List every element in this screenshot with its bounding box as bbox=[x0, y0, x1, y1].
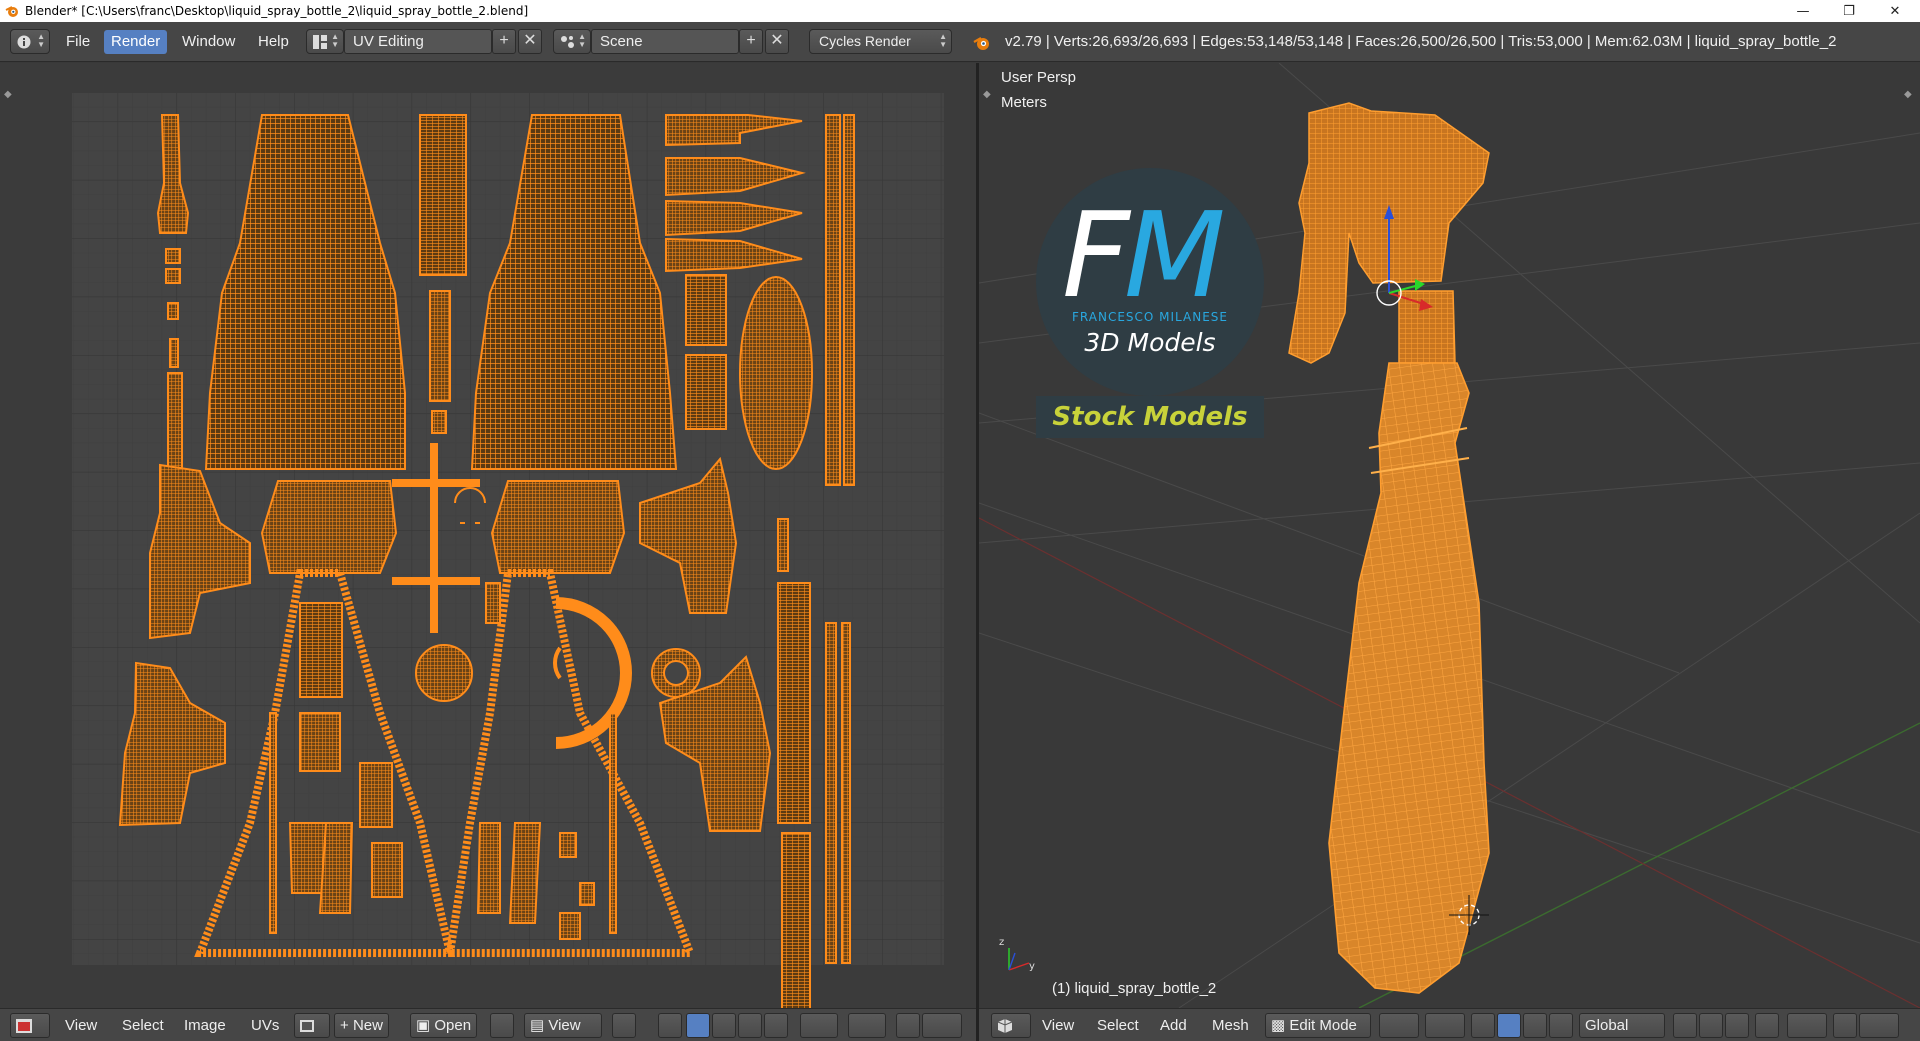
maximize-button[interactable]: ❐ bbox=[1826, 0, 1872, 22]
plus-icon: + bbox=[340, 1017, 353, 1034]
manipulator-toggle-icon[interactable] bbox=[1471, 1013, 1495, 1038]
3d-menu-add[interactable]: Add bbox=[1160, 1015, 1187, 1037]
cube-icon bbox=[997, 1019, 1013, 1033]
snap-icon[interactable] bbox=[612, 1013, 636, 1038]
logo-subtitle: 3D Models bbox=[1084, 328, 1216, 357]
editor-type-uv-button[interactable] bbox=[10, 1013, 50, 1038]
rotate-manipulator-icon[interactable] bbox=[1523, 1013, 1547, 1038]
uv-menu-view[interactable]: View bbox=[65, 1015, 97, 1037]
layout-grid-icon bbox=[313, 35, 327, 49]
image-browse-button[interactable] bbox=[294, 1013, 330, 1038]
logo-fm-text: FM bbox=[1062, 186, 1226, 324]
svg-text:y: y bbox=[1029, 961, 1035, 972]
snap-element-dropdown[interactable] bbox=[1859, 1013, 1899, 1038]
plus-icon: + bbox=[499, 32, 509, 49]
logo-author-name: FRANCESCO MILANESE bbox=[1072, 310, 1228, 324]
editor-type-info-button[interactable]: ▲ ▼ bbox=[10, 29, 50, 54]
image-icon bbox=[300, 1020, 314, 1032]
face-select-icon[interactable] bbox=[738, 1013, 762, 1038]
menu-window[interactable]: Window bbox=[175, 30, 242, 54]
menu-render[interactable]: Render bbox=[104, 30, 168, 54]
render-engine-label: Cycles Render bbox=[819, 33, 911, 49]
scene-icon bbox=[561, 36, 574, 48]
info-header: ▲ ▼ File Render Window Help ▲ ▼ UV Editing… bbox=[0, 22, 1920, 62]
view-icon: ▤ bbox=[530, 1017, 549, 1034]
view-mode-dropdown[interactable]: ▤ View bbox=[524, 1013, 602, 1038]
proportional-editing-dropdown[interactable] bbox=[1787, 1013, 1827, 1038]
edge-select-mode-icon[interactable] bbox=[1699, 1013, 1723, 1038]
translate-manipulator-icon[interactable] bbox=[1497, 1013, 1521, 1038]
units-label: Meters bbox=[1001, 94, 1047, 111]
new-image-button[interactable]: + New bbox=[334, 1013, 389, 1038]
window-title: Blender* [C:\Users\franc\Desktop\liquid_… bbox=[25, 4, 529, 18]
blender-logo-icon bbox=[973, 37, 989, 50]
menu-help[interactable]: Help bbox=[251, 30, 296, 54]
panel-toggle-right-icon[interactable]: ◆ bbox=[1904, 89, 1912, 100]
updown-arrows-icon: ▲ ▼ bbox=[939, 32, 947, 49]
3d-view-header: View Select Add Mesh ▩ Edit Mode Global bbox=[979, 1008, 1920, 1041]
viewport-shading-dropdown[interactable] bbox=[1379, 1013, 1419, 1038]
panel-toggle-left-icon[interactable]: ◆ bbox=[4, 89, 12, 100]
edit-mode-icon: ▩ bbox=[1271, 1017, 1290, 1034]
snap-toggle-icon[interactable] bbox=[1833, 1013, 1857, 1038]
scene-name-field[interactable]: Scene bbox=[591, 29, 739, 54]
uv-editor-header: View Select Image UVs + New ▣ Open ▤ Vie… bbox=[0, 1008, 976, 1041]
3d-menu-mesh[interactable]: Mesh bbox=[1212, 1015, 1249, 1037]
pivot-point-dropdown[interactable] bbox=[1425, 1013, 1465, 1038]
blender-logo-icon bbox=[5, 6, 18, 17]
logo-stock-models: Stock Models bbox=[1036, 396, 1264, 438]
info-icon bbox=[17, 35, 31, 49]
open-image-button[interactable]: ▣ Open bbox=[410, 1013, 478, 1038]
edge-select-icon[interactable] bbox=[712, 1013, 736, 1038]
uv-menu-uvs[interactable]: UVs bbox=[251, 1015, 279, 1037]
plus-icon: + bbox=[746, 32, 756, 49]
image-editor-icon bbox=[16, 1019, 32, 1033]
close-button[interactable]: ✕ bbox=[1872, 0, 1918, 22]
updown-arrows-icon: ▲ ▼ bbox=[578, 32, 586, 49]
3d-menu-view[interactable]: View bbox=[1042, 1015, 1074, 1037]
editor-type-3d-button[interactable] bbox=[991, 1013, 1031, 1038]
active-object-label: (1) liquid_spray_bottle_2 bbox=[1052, 980, 1217, 997]
vertex-select-icon[interactable] bbox=[686, 1013, 710, 1038]
add-scene-button[interactable]: + bbox=[739, 29, 763, 54]
render-engine-dropdown[interactable]: Cycles Render ▲ ▼ bbox=[809, 29, 952, 54]
uv-image-editor[interactable]: ◆ bbox=[0, 63, 976, 1022]
vertex-select-mode-icon[interactable] bbox=[1673, 1013, 1697, 1038]
x-icon: ✕ bbox=[523, 32, 537, 49]
3d-menu-select[interactable]: Select bbox=[1097, 1015, 1139, 1037]
add-screen-button[interactable]: + bbox=[492, 29, 516, 54]
mode-dropdown[interactable]: ▩ Edit Mode bbox=[1265, 1013, 1371, 1038]
folder-icon: ▣ bbox=[416, 1017, 435, 1034]
transform-orientation-dropdown[interactable]: Global bbox=[1579, 1013, 1665, 1038]
island-select-icon[interactable] bbox=[764, 1013, 788, 1038]
updown-arrows-icon: ▲ ▼ bbox=[331, 32, 339, 49]
window-title-bar: Blender* [C:\Users\franc\Desktop\liquid_… bbox=[0, 0, 1920, 22]
screen-layout-selector[interactable]: ▲ ▼ bbox=[306, 29, 344, 54]
updown-arrows-icon: ▲ ▼ bbox=[37, 32, 45, 49]
uv-menu-select[interactable]: Select bbox=[122, 1015, 164, 1037]
sync-select-icon[interactable] bbox=[658, 1013, 682, 1038]
sticky-select-dropdown[interactable] bbox=[800, 1013, 838, 1038]
svg-text:z: z bbox=[999, 937, 1004, 948]
uv-canvas[interactable]: ◆ bbox=[0, 63, 976, 1022]
remove-screen-button[interactable]: ✕ bbox=[518, 29, 542, 54]
x-icon: ✕ bbox=[770, 32, 784, 49]
uv-menu-image[interactable]: Image bbox=[184, 1015, 226, 1037]
uv-snap-icon[interactable] bbox=[896, 1013, 920, 1038]
minimize-button[interactable]: — bbox=[1780, 0, 1826, 22]
menu-file[interactable]: File bbox=[59, 30, 97, 54]
occlude-geometry-icon[interactable] bbox=[1755, 1013, 1779, 1038]
remove-scene-button[interactable]: ✕ bbox=[765, 29, 789, 54]
scale-manipulator-icon[interactable] bbox=[1549, 1013, 1573, 1038]
uv-snap-target-dropdown[interactable] bbox=[922, 1013, 962, 1038]
scene-stats: v2.79 | Verts:26,693/26,693 | Edges:53,1… bbox=[1005, 33, 1837, 50]
view-mode-label: User Persp bbox=[1001, 69, 1077, 86]
face-select-mode-icon[interactable] bbox=[1725, 1013, 1749, 1038]
panel-toggle-left-icon[interactable]: ◆ bbox=[983, 89, 991, 100]
pin-icon[interactable] bbox=[490, 1013, 514, 1038]
scene-selector[interactable]: ▲ ▼ bbox=[553, 29, 591, 54]
screen-layout-name-field[interactable]: UV Editing bbox=[344, 29, 492, 54]
proportional-edit-dropdown[interactable] bbox=[848, 1013, 886, 1038]
